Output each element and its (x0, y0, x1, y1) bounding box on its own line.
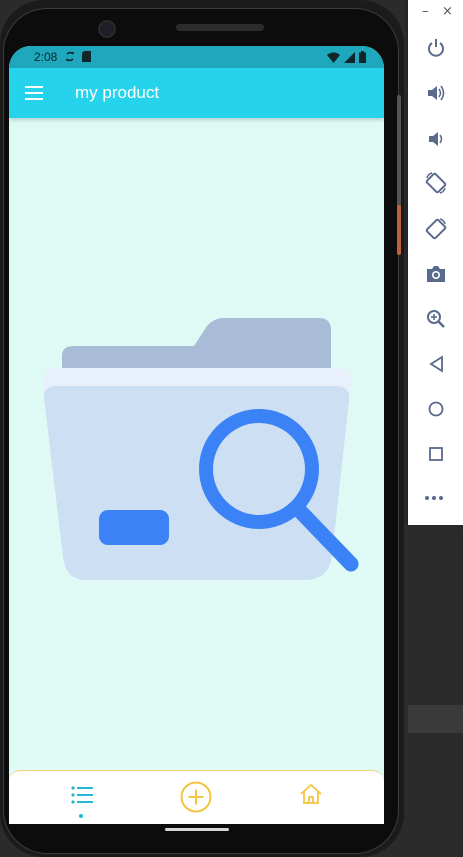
power-icon (428, 39, 444, 57)
volume-down-button[interactable] (423, 126, 449, 152)
menu-icon-line (25, 98, 43, 100)
battery-icon (359, 51, 366, 63)
volume-up-button[interactable] (423, 80, 449, 106)
status-bar: 2:08 (9, 46, 384, 68)
close-button[interactable]: × (442, 4, 453, 19)
gesture-navigation-bar[interactable] (165, 828, 229, 831)
folder-search-icon (43, 318, 359, 580)
volume-up-icon (428, 85, 445, 101)
front-camera (98, 20, 116, 38)
rotate-right-button[interactable] (423, 216, 449, 242)
screenshot-button[interactable] (423, 261, 449, 287)
emulator-tool-panel: – × (408, 0, 463, 525)
rotate-left-button[interactable] (423, 170, 449, 196)
wifi-icon (327, 52, 340, 63)
volume-down-icon (429, 132, 443, 146)
more-dot (425, 496, 429, 500)
more-dot (432, 496, 436, 500)
menu-button[interactable] (23, 82, 45, 104)
zoom-icon (427, 310, 445, 328)
phone-device: 2:08 my product (0, 0, 404, 857)
status-time: 2:08 (34, 50, 58, 64)
bottom-navigation (9, 770, 384, 824)
sync-icon (66, 51, 74, 62)
overview-icon (429, 447, 443, 461)
minimize-button[interactable]: – (422, 4, 429, 19)
list-icon (71, 786, 93, 804)
menu-icon-line (25, 92, 43, 94)
add-circle-icon (180, 781, 212, 813)
camera-icon (427, 266, 445, 282)
rotate-right-icon (425, 218, 447, 240)
status-right-icons (327, 51, 366, 63)
rotate-left-icon (425, 172, 447, 194)
back-button[interactable] (423, 351, 449, 377)
power-button[interactable] (423, 35, 449, 61)
sd-card-icon (82, 51, 91, 62)
phone-screen: 2:08 my product (9, 46, 384, 824)
ide-band (408, 705, 463, 733)
zoom-button[interactable] (423, 306, 449, 332)
home-circle-icon (428, 401, 444, 417)
side-button-power (397, 205, 401, 255)
panel-window-controls: – × (408, 4, 463, 22)
back-icon (429, 355, 443, 373)
menu-icon-line (25, 86, 43, 88)
nav-list[interactable] (52, 771, 112, 824)
app-bar: my product (9, 68, 384, 118)
home-button[interactable] (423, 396, 449, 422)
more-icon[interactable] (425, 496, 443, 500)
emulator-stage: 2:08 my product – × (0, 0, 463, 857)
status-left-icons (65, 51, 91, 62)
nav-active-indicator (79, 814, 83, 818)
signal-icon (344, 51, 355, 63)
nav-add[interactable] (166, 771, 226, 824)
nav-home[interactable] (281, 771, 341, 824)
earpiece-speaker (176, 24, 264, 31)
home-icon (300, 783, 322, 804)
page-title: my product (75, 83, 160, 102)
overview-button[interactable] (423, 441, 449, 467)
more-dot (439, 496, 443, 500)
